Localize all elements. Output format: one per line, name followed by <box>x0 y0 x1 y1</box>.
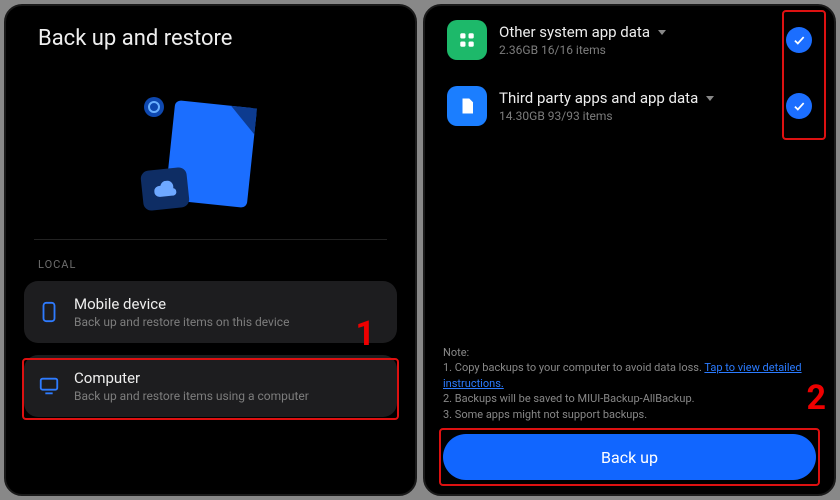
backup-category-row[interactable]: Third party apps and app data 14.30GB 93… <box>443 72 816 138</box>
chevron-down-icon <box>658 30 666 35</box>
note-line: 3. Some apps might not support backups. <box>443 407 816 422</box>
option-subtitle: Back up and restore items on this device <box>74 315 289 329</box>
option-title: Computer <box>74 369 309 387</box>
option-subtitle: Back up and restore items using a comput… <box>74 389 309 403</box>
phone-icon <box>38 301 60 323</box>
row-title: Other system app data <box>499 23 774 41</box>
monitor-icon <box>38 375 60 397</box>
note-label: Note: <box>443 345 816 360</box>
section-label-local: LOCAL <box>24 258 397 271</box>
checkbox-checked[interactable] <box>786 27 812 53</box>
illustration <box>24 69 397 239</box>
sync-icon <box>144 97 164 117</box>
option-title: Mobile device <box>74 295 289 313</box>
row-subtitle: 14.30GB 93/93 items <box>499 109 774 123</box>
note-line: 1. Copy backups to your computer to avoi… <box>443 360 816 391</box>
row-subtitle: 2.36GB 16/16 items <box>499 43 774 57</box>
row-title: Third party apps and app data <box>499 89 774 107</box>
page-title: Back up and restore <box>24 6 397 69</box>
option-computer[interactable]: Computer Back up and restore items using… <box>24 355 397 417</box>
note-block: Note: 1. Copy backups to your computer t… <box>443 345 816 422</box>
divider <box>34 239 387 240</box>
backup-selection-screen: Other system app data 2.36GB 16/16 items… <box>423 4 836 496</box>
cloud-icon <box>140 167 190 212</box>
file-icon <box>447 86 487 126</box>
chevron-down-icon <box>706 96 714 101</box>
grid-icon <box>447 20 487 60</box>
option-mobile-device[interactable]: Mobile device Back up and restore items … <box>24 281 397 343</box>
checkbox-checked[interactable] <box>786 93 812 119</box>
backup-restore-screen: Back up and restore LOCAL Mobile device … <box>4 4 417 496</box>
backup-category-row[interactable]: Other system app data 2.36GB 16/16 items <box>443 6 816 72</box>
backup-button[interactable]: Back up <box>443 434 816 480</box>
note-line: 2. Backups will be saved to MIUI-Backup-… <box>443 391 816 406</box>
